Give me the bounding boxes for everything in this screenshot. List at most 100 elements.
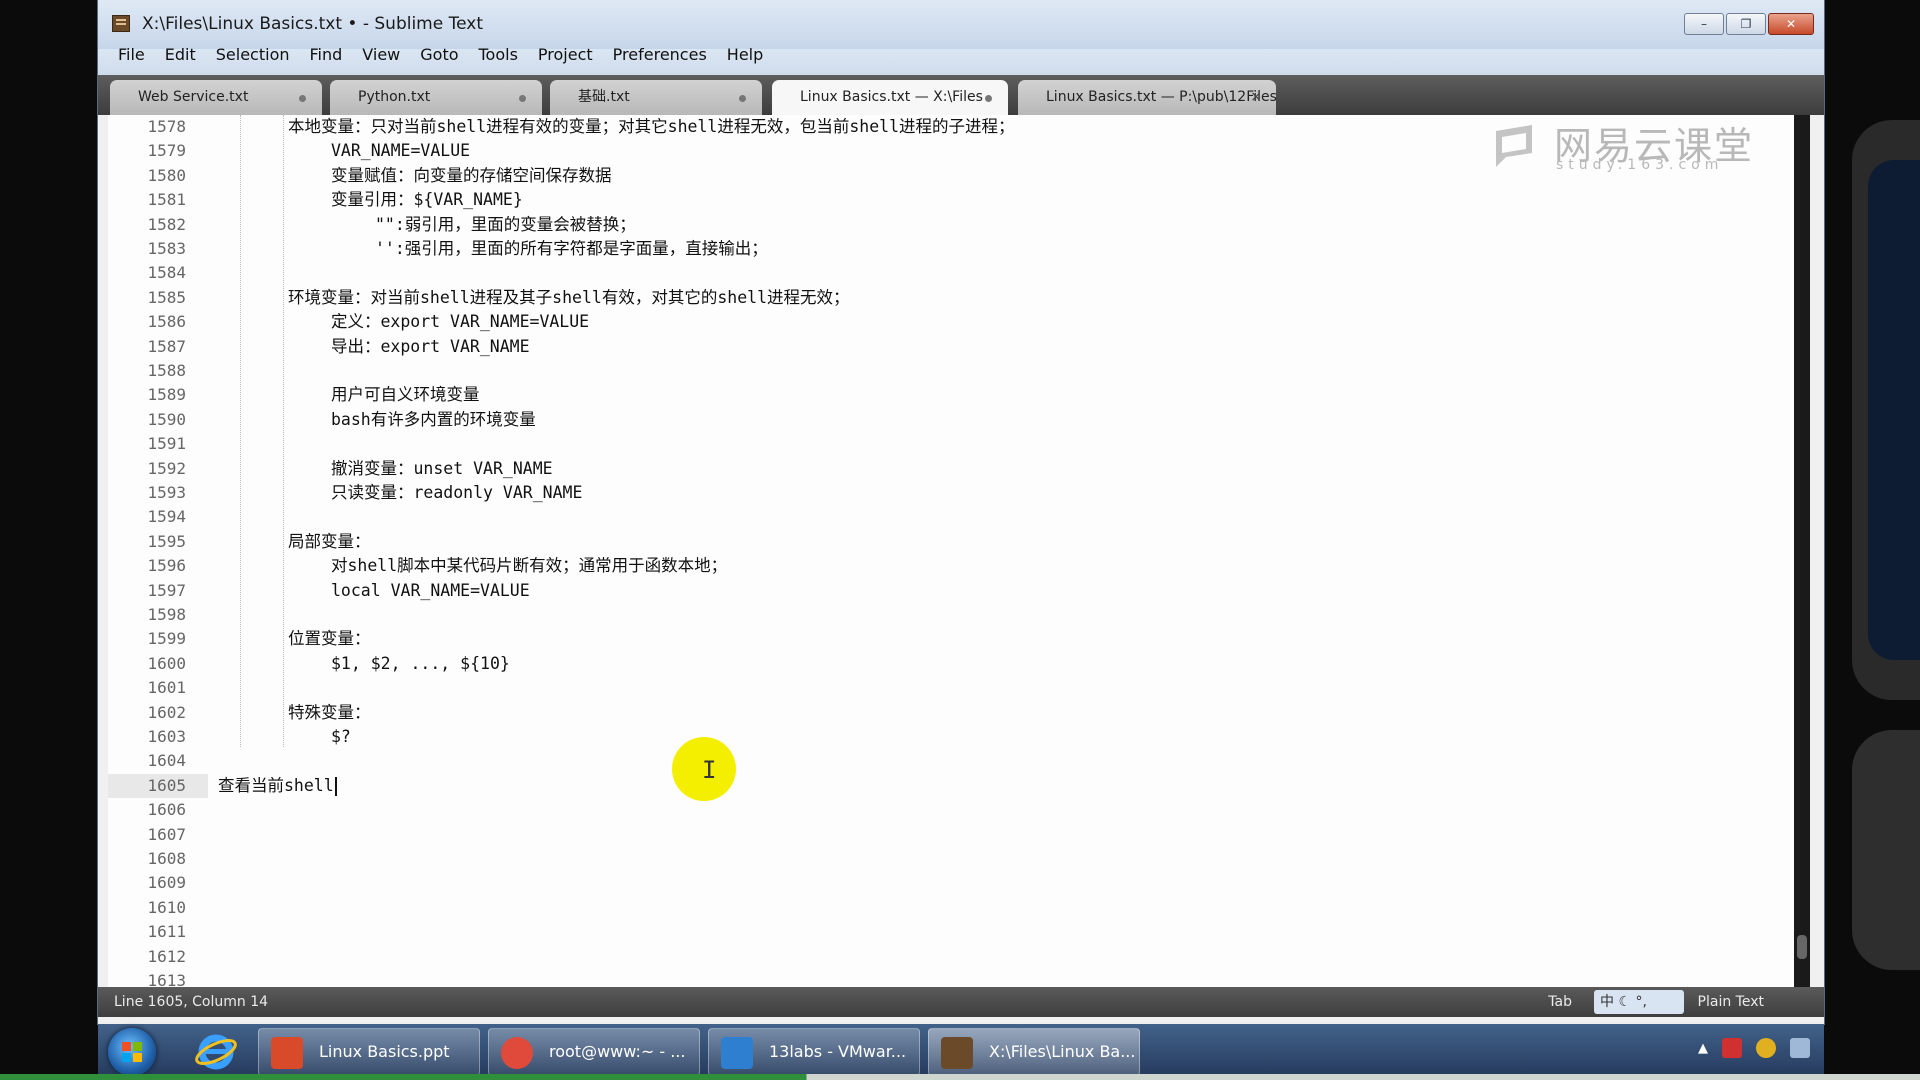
tab-close-icon[interactable]: × xyxy=(1250,80,1262,115)
tray-expand-icon[interactable]: ▲ xyxy=(1698,1041,1708,1056)
menu-help[interactable]: Help xyxy=(717,47,773,75)
code-text[interactable]: 特殊变量： xyxy=(288,701,371,725)
code-text[interactable]: 查看当前shell xyxy=(218,774,334,798)
code-line[interactable]: 1606 xyxy=(108,798,1798,822)
code-line[interactable]: 1611 xyxy=(108,920,1798,944)
line-number[interactable]: 1612 xyxy=(108,945,186,969)
taskbar-item-vmware[interactable]: 13labs - VMwar... xyxy=(708,1028,920,1076)
code-line[interactable]: 1609 xyxy=(108,871,1798,895)
line-number[interactable]: 1609 xyxy=(108,871,186,895)
line-number[interactable]: 1592 xyxy=(108,457,186,481)
code-line[interactable]: 1604 xyxy=(108,749,1798,773)
code-line[interactable]: 1590 bash有许多内置的环境变量 xyxy=(108,408,1798,432)
line-number[interactable]: 1593 xyxy=(108,481,186,505)
taskbar-item-ppt[interactable]: Linux Basics.ppt xyxy=(258,1028,480,1076)
title-bar[interactable]: X:\Files\Linux Basics.txt • - Sublime Te… xyxy=(98,0,1824,49)
line-number[interactable]: 1589 xyxy=(108,383,186,407)
text-editor[interactable]: 网易云课堂 study.163.com 1578 本地变量：只对当前shell进程… xyxy=(108,115,1798,987)
code-text[interactable]: 导出：export VAR_NAME xyxy=(331,335,530,359)
tab-python[interactable]: Python.txt xyxy=(330,80,542,115)
code-text[interactable]: 对shell脚本中某代码片断有效；通常用于函数本地； xyxy=(331,554,727,578)
code-text[interactable]: 撤消变量：unset VAR_NAME xyxy=(331,457,553,481)
code-line[interactable]: 1612 xyxy=(108,945,1798,969)
code-line[interactable]: 1589 用户可自义环境变量 xyxy=(108,383,1798,407)
code-line[interactable]: 1602 特殊变量： xyxy=(108,701,1798,725)
code-line[interactable]: 1610 xyxy=(108,896,1798,920)
line-number[interactable]: 1611 xyxy=(108,920,186,944)
code-line[interactable]: 1587 导出：export VAR_NAME xyxy=(108,335,1798,359)
close-button[interactable]: ✕ xyxy=(1768,13,1814,35)
antivirus-shield-icon[interactable] xyxy=(1722,1038,1742,1058)
taskbar-item-sublime[interactable]: X:\Files\Linux Ba... xyxy=(928,1028,1140,1076)
syntax-selector[interactable]: Plain Text xyxy=(1698,994,1764,1010)
line-number[interactable]: 1585 xyxy=(108,286,186,310)
code-text[interactable]: 位置变量： xyxy=(288,627,371,651)
code-text[interactable]: bash有许多内置的环境变量 xyxy=(331,408,536,432)
code-text[interactable]: 变量引用：${VAR_NAME} xyxy=(331,188,523,212)
code-line[interactable]: 1585 环境变量：对当前shell进程及其子shell有效，对其它的shell进… xyxy=(108,286,1798,310)
code-line[interactable]: 1584 xyxy=(108,261,1798,285)
ime-indicator[interactable]: 中 ☾ °, xyxy=(1594,990,1684,1014)
code-line[interactable]: 1601 xyxy=(108,676,1798,700)
modified-dot-icon[interactable] xyxy=(739,95,746,102)
line-number[interactable]: 1605 xyxy=(108,774,186,798)
code-text[interactable]: 局部变量： xyxy=(288,530,371,554)
scrollbar-thumb[interactable] xyxy=(1797,935,1807,959)
menu-find[interactable]: Find xyxy=(300,47,353,75)
code-line[interactable]: 1600 $1, $2, ..., ${10} xyxy=(108,652,1798,676)
line-number[interactable]: 1587 xyxy=(108,335,186,359)
code-line[interactable]: 1579 VAR_NAME=VALUE xyxy=(108,139,1798,163)
code-line[interactable]: 1596 对shell脚本中某代码片断有效；通常用于函数本地； xyxy=(108,554,1798,578)
line-number[interactable]: 1579 xyxy=(108,139,186,163)
code-line[interactable]: 1592 撤消变量：unset VAR_NAME xyxy=(108,457,1798,481)
line-number[interactable]: 1603 xyxy=(108,725,186,749)
code-text[interactable]: local VAR_NAME=VALUE xyxy=(331,579,530,603)
line-number[interactable]: 1600 xyxy=(108,652,186,676)
code-line[interactable]: 1586 定义：export VAR_NAME=VALUE xyxy=(108,310,1798,334)
code-line[interactable]: 1605 查看当前shell xyxy=(108,774,1798,798)
menu-edit[interactable]: Edit xyxy=(155,47,206,75)
line-number[interactable]: 1601 xyxy=(108,676,186,700)
modified-dot-icon[interactable] xyxy=(299,95,306,102)
line-number[interactable]: 1613 xyxy=(108,969,186,987)
restore-button[interactable]: ❐ xyxy=(1726,13,1766,35)
code-text[interactable]: $? xyxy=(331,725,351,749)
line-number[interactable]: 1584 xyxy=(108,261,186,285)
line-number[interactable]: 1598 xyxy=(108,603,186,627)
cursor-position[interactable]: Line 1605, Column 14 xyxy=(114,994,268,1010)
start-button[interactable] xyxy=(108,1028,156,1076)
line-number[interactable]: 1596 xyxy=(108,554,186,578)
vertical-scrollbar[interactable] xyxy=(1794,115,1810,987)
code-line[interactable]: 1608 xyxy=(108,847,1798,871)
indentation-setting[interactable]: Tab xyxy=(1548,994,1572,1010)
code-line[interactable]: 1603 $? xyxy=(108,725,1798,749)
code-line[interactable]: 1583 '':强引用，里面的所有字符都是字面量，直接输出； xyxy=(108,237,1798,261)
code-line[interactable]: 1597 local VAR_NAME=VALUE xyxy=(108,579,1798,603)
menu-tools[interactable]: Tools xyxy=(469,47,528,75)
line-number[interactable]: 1608 xyxy=(108,847,186,871)
line-number[interactable]: 1588 xyxy=(108,359,186,383)
line-number[interactable]: 1597 xyxy=(108,579,186,603)
line-number[interactable]: 1604 xyxy=(108,749,186,773)
code-line[interactable]: 1582 "":弱引用，里面的变量会被替换； xyxy=(108,213,1798,237)
code-line[interactable]: 1580 变量赋值：向变量的存储空间保存数据 xyxy=(108,164,1798,188)
code-line[interactable]: 1593 只读变量：readonly VAR_NAME xyxy=(108,481,1798,505)
minimize-button[interactable]: – xyxy=(1684,13,1724,35)
tab-linux-basics-pub[interactable]: Linux Basics.txt — P:\pub\12Files × xyxy=(1018,80,1277,115)
code-text[interactable]: "":弱引用，里面的变量会被替换； xyxy=(375,213,636,237)
video-progress-bar[interactable] xyxy=(0,1074,1920,1080)
tab-linux-basics-active[interactable]: Linux Basics.txt — X:\Files xyxy=(772,80,1008,115)
code-line[interactable]: 1581 变量引用：${VAR_NAME} xyxy=(108,188,1798,212)
code-text[interactable]: 只读变量：readonly VAR_NAME xyxy=(331,481,582,505)
line-number[interactable]: 1580 xyxy=(108,164,186,188)
code-line[interactable]: 1598 xyxy=(108,603,1798,627)
line-number[interactable]: 1591 xyxy=(108,432,186,456)
code-text[interactable]: 变量赋值：向变量的存储空间保存数据 xyxy=(331,164,612,188)
line-number[interactable]: 1606 xyxy=(108,798,186,822)
code-line[interactable]: 1613 xyxy=(108,969,1798,987)
code-line[interactable]: 1591 xyxy=(108,432,1798,456)
modified-dot-icon[interactable] xyxy=(519,95,526,102)
line-number[interactable]: 1594 xyxy=(108,505,186,529)
line-number[interactable]: 1607 xyxy=(108,823,186,847)
code-text[interactable]: 环境变量：对当前shell进程及其子shell有效，对其它的shell进程无效； xyxy=(288,286,850,310)
